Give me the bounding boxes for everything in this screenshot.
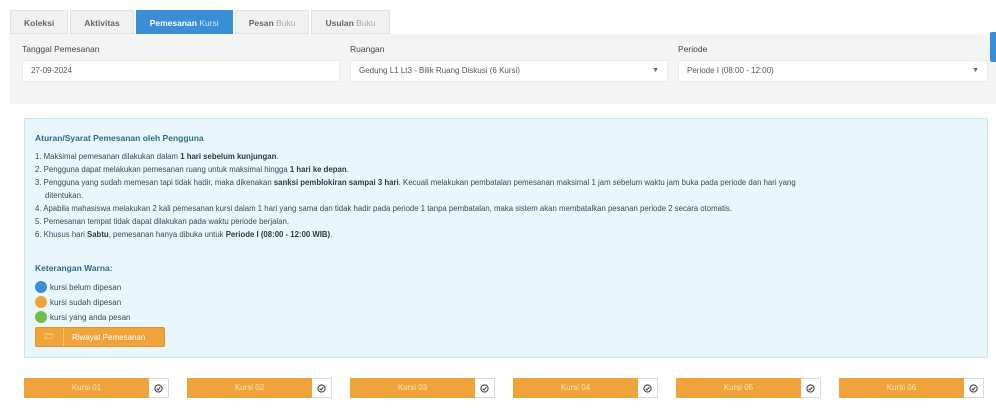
check-circle-icon: [480, 383, 489, 393]
color-legend-title: Keterangan Warna:: [35, 263, 113, 273]
rule-text: .: [330, 230, 333, 239]
tab-label-light: Buku: [276, 18, 296, 28]
green-dot-icon: [35, 311, 47, 323]
seat-02[interactable]: Kursi 02: [187, 378, 332, 398]
seat-label: Kursi 06: [839, 378, 964, 398]
rules-list: 1. Maksimal pemesanan dilakukan dalam 1 …: [35, 150, 975, 241]
period-label: Periode: [678, 44, 708, 54]
rule-text: 6. Khusus hari: [35, 230, 88, 239]
tab-label-light: Buku: [356, 18, 376, 28]
booking-filter-panel: Tanggal Pemesanan 27-09-2024 Ruangan Ged…: [10, 34, 996, 104]
rules-title: Aturan/Syarat Pemesanan oleh Pengguna: [35, 133, 204, 143]
period-select[interactable]: Periode I (08:00 - 12:00) ▼: [678, 60, 988, 82]
tab-label-light: Kursi: [199, 18, 219, 28]
rule-text-bold: Periode I (08:00 - 12:00 WIB): [225, 230, 331, 239]
rule-text: . Kecuali melakukan pembatalan pemesanan…: [398, 178, 796, 187]
tab-koleksi[interactable]: Koleksi: [10, 10, 69, 34]
room-label: Ruangan: [350, 44, 385, 54]
room-select[interactable]: Gedung L1 Lt3 - Bilik Ruang Diskusi (6 K…: [350, 60, 668, 82]
rule-text: , pemesanan hanya dibuka untuk: [108, 230, 226, 239]
rule-item-continuation: ditentukan.: [35, 189, 975, 202]
check-circle-icon: [317, 383, 326, 393]
seat-label: Kursi 02: [187, 378, 312, 398]
legend-item-booked: kursi sudah dipesan: [35, 296, 121, 308]
legend-label: kursi sudah dipesan: [50, 297, 122, 307]
rule-text: 5. Pemesanan tempat tidak dapat dilakuka…: [35, 217, 290, 226]
select-seat-button[interactable]: [638, 378, 658, 398]
check-circle-icon: [154, 383, 163, 393]
seat-list: Kursi 01 Kursi 02 Kursi 03 Kursi 04 Kurs…: [24, 378, 988, 398]
rule-text: 4. Apabila mahasiswa melakukan 2 kali pe…: [35, 204, 732, 213]
rule-text-bold: 1 hari sebelum kunjungan: [180, 152, 277, 161]
seat-label: Kursi 03: [350, 378, 475, 398]
rule-item: 3. Pengguna yang sudah memesan tapi tida…: [35, 176, 975, 189]
tab-usulan-buku[interactable]: Usulan Buku: [311, 10, 390, 34]
check-circle-icon: [806, 383, 815, 393]
check-circle-icon: [969, 383, 978, 393]
rule-text: 1. Maksimal pemesanan dilakukan dalam: [35, 152, 181, 161]
booking-history-label: Riwayat Pemesanan: [72, 332, 146, 342]
seat-05[interactable]: Kursi 05: [676, 378, 821, 398]
date-label: Tanggal Pemesanan: [22, 44, 100, 54]
rule-text: ditentukan.: [45, 191, 84, 200]
rule-text: 3. Pengguna yang sudah memesan tapi tida…: [35, 178, 274, 187]
tab-aktivitas[interactable]: Aktivitas: [70, 10, 134, 34]
side-edge-tab[interactable]: [990, 32, 996, 62]
seat-label: Kursi 05: [676, 378, 801, 398]
rule-text: 2. Pengguna dapat melakukan pemesanan ru…: [35, 165, 290, 174]
seat-label: Kursi 01: [24, 378, 149, 398]
seat-03[interactable]: Kursi 03: [350, 378, 495, 398]
tab-pemesanan-kursi[interactable]: Pemesanan Kursi: [135, 10, 233, 34]
check-circle-icon: [643, 383, 652, 393]
legend-label: kursi yang anda pesan: [50, 312, 131, 322]
tab-label: Pesan: [248, 18, 274, 28]
rule-item: 4. Apabila mahasiswa melakukan 2 kali pe…: [35, 202, 975, 215]
rule-text: .: [346, 165, 349, 174]
rule-text-bold: sanksi pemblokiran sampai 3 hari: [273, 178, 399, 187]
legend-label: kursi belum dipesan: [50, 282, 122, 292]
rule-text-bold: 1 hari ke depan: [289, 165, 347, 174]
select-seat-button[interactable]: [964, 378, 984, 398]
period-select-value: Periode I (08:00 - 12:00): [687, 66, 774, 75]
chevron-down-icon: ▼: [972, 67, 979, 74]
select-seat-button[interactable]: [801, 378, 821, 398]
select-seat-button[interactable]: [149, 378, 169, 398]
seat-06[interactable]: Kursi 06: [839, 378, 984, 398]
rule-item: 5. Pemesanan tempat tidak dapat dilakuka…: [35, 215, 975, 228]
legend-item-available: kursi belum dipesan: [35, 281, 121, 293]
tab-label: Koleksi: [24, 18, 55, 28]
rules-info-box: Aturan/Syarat Pemesanan oleh Pengguna 1.…: [24, 118, 988, 358]
blue-dot-icon: [35, 281, 47, 293]
legend-item-yours: kursi yang anda pesan: [35, 311, 131, 323]
select-seat-button[interactable]: [312, 378, 332, 398]
select-seat-button[interactable]: [475, 378, 495, 398]
rule-text: .: [276, 152, 279, 161]
booking-history-button[interactable]: 🗁 Riwayat Pemesanan: [35, 327, 165, 347]
tab-label: Pemesanan: [149, 18, 197, 28]
rule-item: 6. Khusus hari Sabtu, pemesanan hanya di…: [35, 228, 975, 241]
seat-04[interactable]: Kursi 04: [513, 378, 658, 398]
rule-item: 2. Pengguna dapat melakukan pemesanan ru…: [35, 163, 975, 176]
seat-label: Kursi 04: [513, 378, 638, 398]
date-field[interactable]: 27-09-2024: [22, 60, 340, 82]
room-select-value: Gedung L1 Lt3 - Bilik Ruang Diskusi (6 K…: [359, 66, 520, 75]
tab-bar: Koleksi Aktivitas Pemesanan Kursi Pesan …: [10, 10, 996, 34]
chevron-down-icon: ▼: [652, 67, 659, 74]
orange-dot-icon: [35, 296, 47, 308]
tab-pesan-buku[interactable]: Pesan Buku: [234, 10, 310, 34]
tab-label: Usulan: [325, 18, 354, 28]
rule-item: 1. Maksimal pemesanan dilakukan dalam 1 …: [35, 150, 975, 163]
seat-01[interactable]: Kursi 01: [24, 378, 169, 398]
rule-text-bold: Sabtu: [87, 230, 109, 239]
tab-label: Aktivitas: [84, 18, 120, 28]
folder-open-icon: 🗁: [36, 328, 64, 346]
